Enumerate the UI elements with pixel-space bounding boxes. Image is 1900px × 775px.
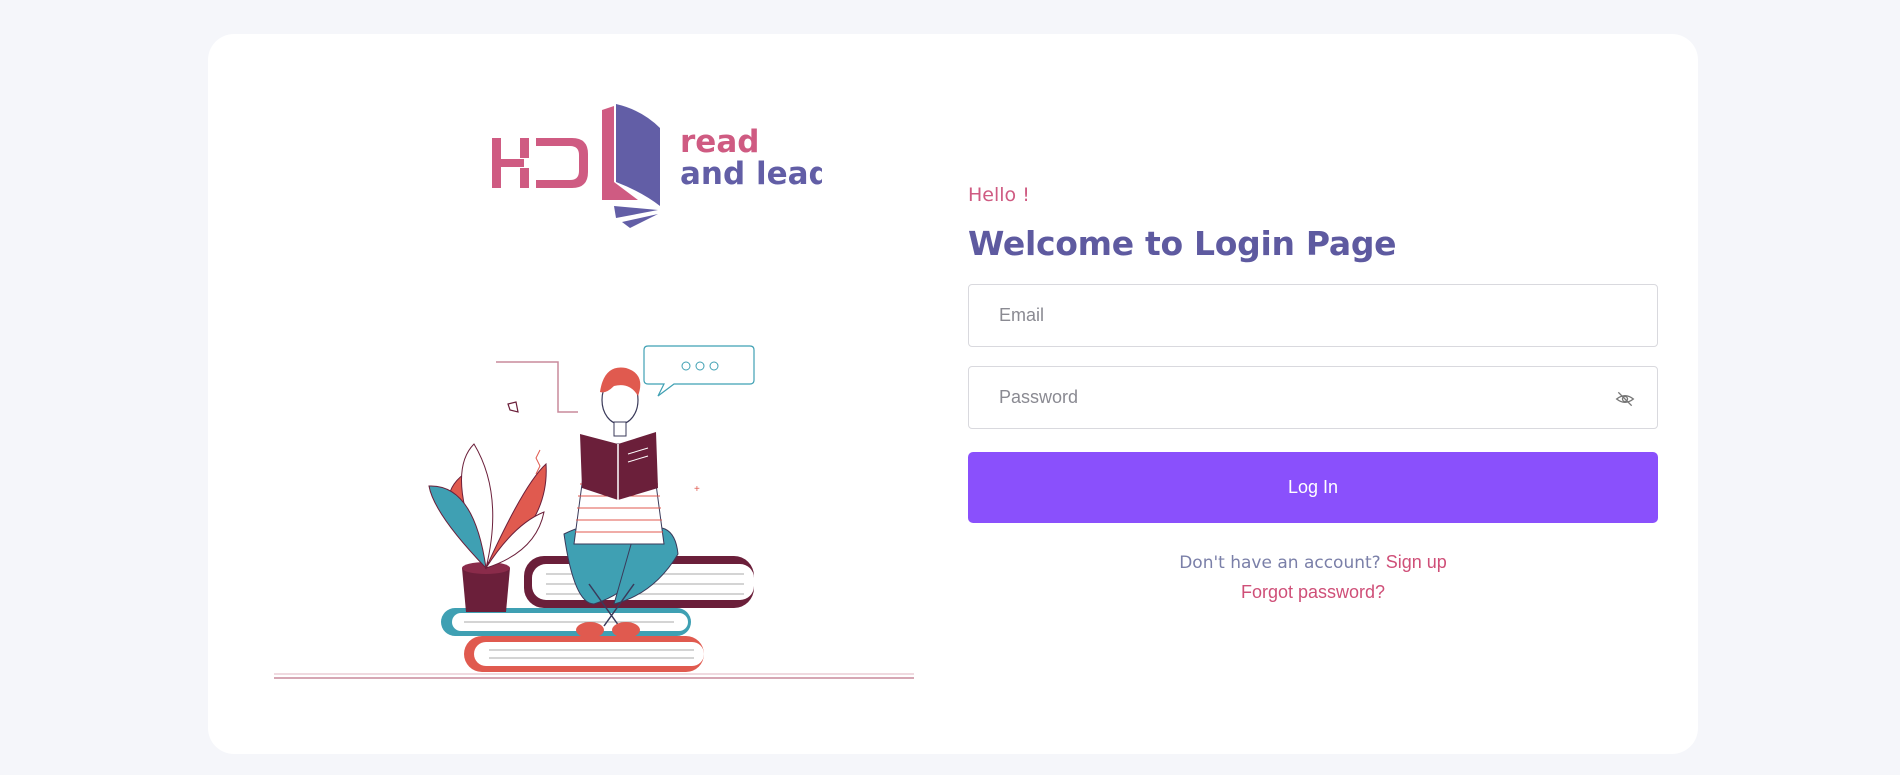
email-input[interactable] — [969, 285, 1657, 346]
logo-text-and-lead: and lead — [680, 156, 822, 192]
signup-row: Don't have an account? Sign up — [968, 552, 1658, 573]
greeting-text: Hello ! — [968, 184, 1030, 206]
email-field[interactable] — [968, 284, 1658, 347]
password-input[interactable] — [969, 367, 1657, 428]
page-title: Welcome to Login Page — [968, 224, 1397, 263]
forgot-password-link[interactable]: Forgot password? — [1241, 582, 1385, 602]
reader-illustration: + — [274, 345, 914, 679]
login-card: read and lead + Hello ! Welcome to Login… — [208, 34, 1698, 754]
brand-logo: read and lead — [492, 104, 822, 228]
signup-link[interactable]: Sign up — [1386, 552, 1447, 572]
signup-prompt: Don't have an account? — [1179, 553, 1381, 573]
logo-text-read: read — [680, 124, 759, 160]
eye-off-icon[interactable] — [1615, 389, 1635, 409]
password-field[interactable] — [968, 366, 1658, 429]
forgot-row: Forgot password? — [968, 582, 1658, 603]
login-button[interactable]: Log In — [968, 452, 1658, 523]
svg-text:+: + — [694, 484, 700, 495]
illustration-panel: read and lead + — [274, 64, 914, 684]
